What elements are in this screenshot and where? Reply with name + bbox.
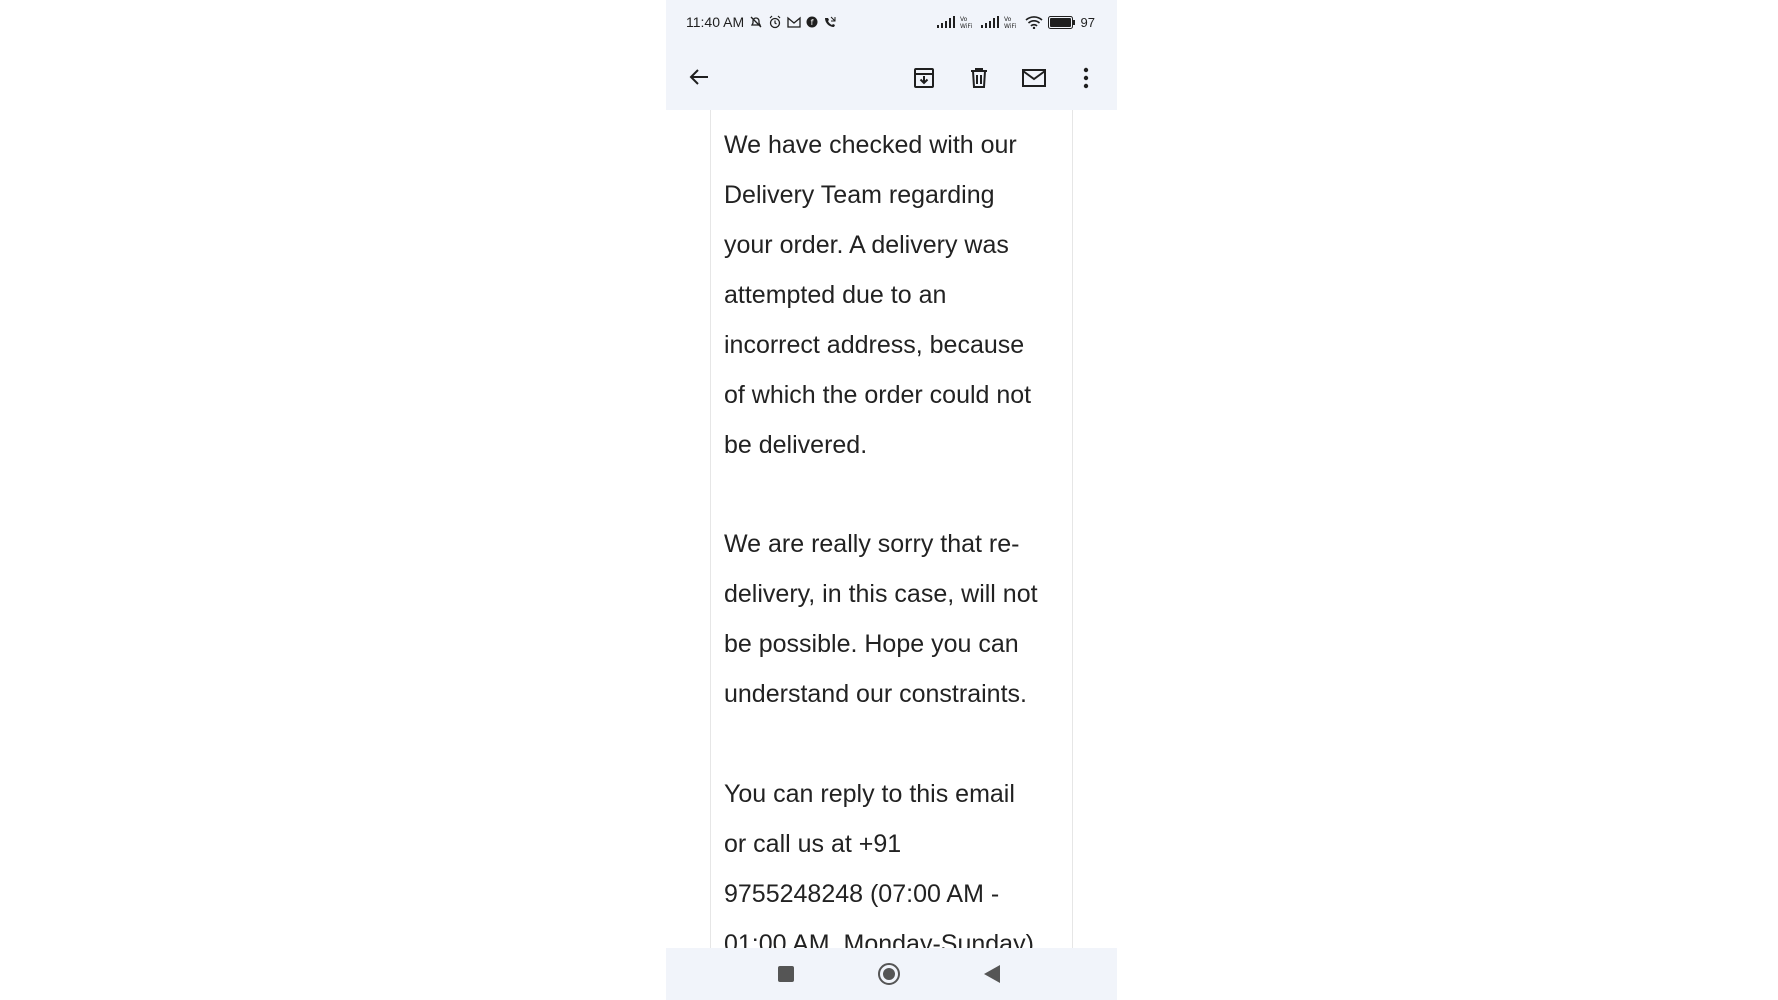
email-text-line: 01:00 AM, Monday-Sunday) — [724, 930, 1034, 948]
email-text-line: We have checked with our — [724, 131, 1017, 159]
recents-square-icon — [778, 966, 794, 982]
home-circle-icon — [878, 963, 900, 985]
email-text-line: your order. A delivery was — [724, 231, 1009, 259]
status-bar: 11:40 AM f Vo WiFi Vo WiFi 97 — [666, 0, 1117, 44]
back-button[interactable] — [682, 60, 716, 94]
email-text-line: We are really sorry that re- — [724, 530, 1020, 558]
trash-icon — [971, 68, 987, 88]
home-button[interactable] — [876, 961, 902, 987]
status-bar-left: 11:40 AM f — [686, 14, 836, 30]
email-paragraph-apology: We are really sorry that re- delivery, i… — [724, 519, 1074, 719]
alarm-icon — [768, 15, 782, 29]
archive-button[interactable] — [906, 60, 942, 96]
svg-text:WiFi: WiFi — [1004, 23, 1016, 29]
email-text-line: delivery, in this case, will not — [724, 580, 1038, 608]
email-app-bar — [666, 44, 1117, 110]
email-text-line: attempted due to an — [724, 281, 947, 309]
email-text-line: of which the order could not — [724, 381, 1032, 409]
app-notification-icon: f — [806, 16, 818, 28]
wifi-icon — [1024, 15, 1043, 29]
status-time: 11:40 AM — [686, 14, 745, 30]
back-triangle-icon — [984, 965, 1000, 983]
gmail-icon — [787, 16, 801, 28]
svg-text:Vo: Vo — [960, 16, 968, 23]
delete-button[interactable] — [961, 60, 997, 96]
missed-call-icon — [823, 16, 836, 29]
bell-off-icon — [749, 15, 763, 29]
svg-text:WiFi: WiFi — [960, 23, 972, 29]
phone-screen: 11:40 AM f Vo WiFi Vo WiFi 97 We have ch… — [666, 0, 1117, 1000]
signal-icon — [936, 16, 955, 28]
phone-number-link[interactable]: 9755248248 (07:00 AM - — [724, 869, 1074, 919]
svg-text:Vo: Vo — [1004, 16, 1012, 23]
more-vert-icon — [1083, 67, 1089, 89]
vowifi-icon: Vo WiFi — [960, 15, 976, 29]
email-text-line: Delivery Team regarding — [724, 181, 995, 209]
email-body-scroll[interactable]: We have checked with our Delivery Team r… — [666, 110, 1117, 948]
arrow-left-icon — [689, 69, 708, 85]
email-text-line: or call us at +91 — [724, 830, 902, 858]
vowifi-icon: Vo WiFi — [1004, 15, 1020, 29]
email-paragraph-contact: You can reply to this email or call us a… — [724, 769, 1074, 948]
status-bar-right: Vo WiFi Vo WiFi 97 — [936, 14, 1095, 30]
email-text-line: understand our constraints. — [724, 680, 1027, 708]
battery-percent: 97 — [1080, 14, 1095, 30]
more-options-button[interactable] — [1068, 60, 1104, 96]
svg-text:f: f — [811, 18, 814, 27]
email-text-line: be possible. Hope you can — [724, 630, 1019, 658]
mail-icon — [1022, 69, 1046, 87]
system-nav-bar — [666, 948, 1117, 1000]
email-text-line: incorrect address, because — [724, 331, 1025, 359]
email-text-line: You can reply to this email — [724, 780, 1015, 808]
archive-icon — [914, 68, 934, 88]
email-paragraph-delivery-check: We have checked with our Delivery Team r… — [724, 120, 1074, 470]
recents-button[interactable] — [773, 961, 799, 987]
battery-icon — [1047, 15, 1076, 29]
signal-icon — [980, 16, 999, 28]
mark-unread-button[interactable] — [1016, 60, 1052, 96]
system-back-button[interactable] — [979, 961, 1005, 987]
email-text-line: be delivered. — [724, 431, 868, 459]
